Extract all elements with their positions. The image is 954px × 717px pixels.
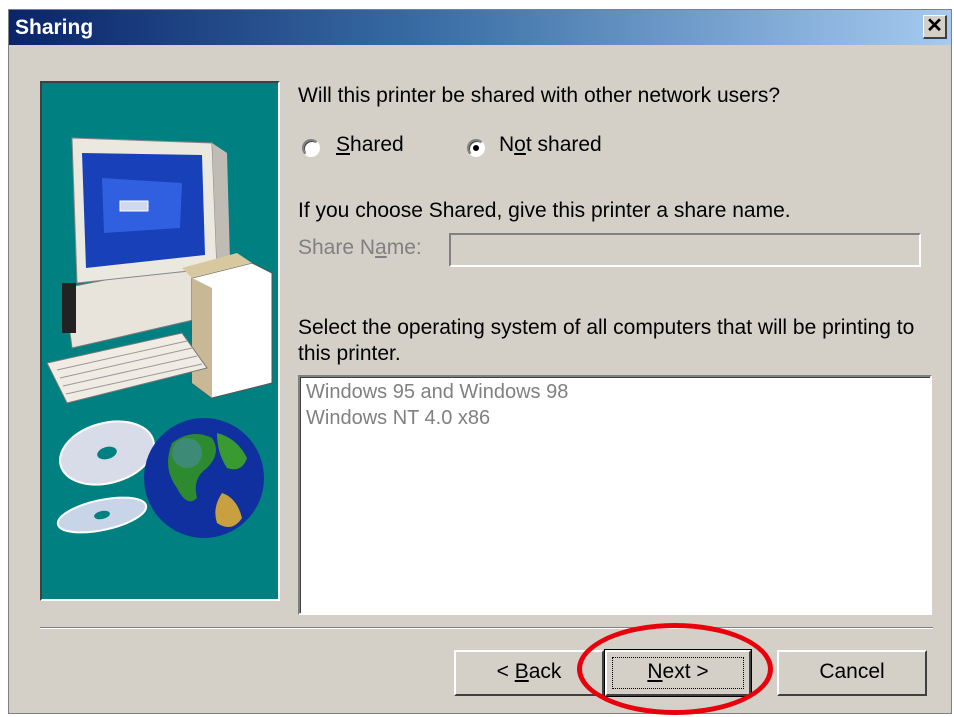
share-question: Will this printer be shared with other n… <box>298 84 781 107</box>
share-name-input[interactable] <box>449 233 921 267</box>
sharing-dialog: Sharing ✕ Will this printer be shared wi… <box>8 9 952 714</box>
back-label-mnemonic: B <box>514 660 529 683</box>
list-item[interactable]: Windows 95 and Windows 98 <box>306 381 568 404</box>
list-item[interactable]: Windows NT 4.0 x86 <box>306 407 490 430</box>
os-listbox[interactable]: Windows 95 and Windows 98 Windows NT 4.0… <box>298 375 932 615</box>
radio-shared-label-mnemonic: S <box>336 133 351 156</box>
radio-selected-dot <box>473 145 479 151</box>
focus-rect <box>612 657 744 689</box>
computer-globe-cd-illustration <box>40 81 280 601</box>
share-hint: If you choose Shared, give this printer … <box>298 199 791 222</box>
divider <box>40 627 933 629</box>
radio-shared-label-post: hared <box>350 133 404 156</box>
radio-not-shared-label-post: t shared <box>525 133 602 156</box>
back-button[interactable]: < Back <box>454 650 604 696</box>
back-label-post: ack <box>528 660 562 683</box>
next-button[interactable]: Next > <box>604 649 752 697</box>
radio-not-shared-label-mnemonic: o <box>514 133 526 156</box>
title-bar[interactable]: Sharing ✕ <box>9 10 951 45</box>
window-title: Sharing <box>15 16 94 39</box>
radio-shared-button[interactable] <box>302 139 320 157</box>
back-label-pre: < <box>496 660 515 683</box>
share-name-label-mnemonic: a <box>375 236 387 259</box>
radio-not-shared-label-pre: N <box>499 133 515 156</box>
share-name-label-pre: Share N <box>298 236 376 259</box>
illustration-icon <box>46 137 273 538</box>
radio-shared-label: Shared <box>336 133 404 157</box>
close-icon[interactable]: ✕ <box>923 15 947 39</box>
cancel-button[interactable]: Cancel <box>777 650 927 696</box>
radio-not-shared-button[interactable] <box>467 139 485 157</box>
os-prompt: Select the operating system of all compu… <box>298 316 915 365</box>
share-name-label: Share Name: <box>298 236 422 260</box>
share-name-label-post: me: <box>386 236 422 259</box>
radio-not-shared-label: Not shared <box>499 133 602 157</box>
